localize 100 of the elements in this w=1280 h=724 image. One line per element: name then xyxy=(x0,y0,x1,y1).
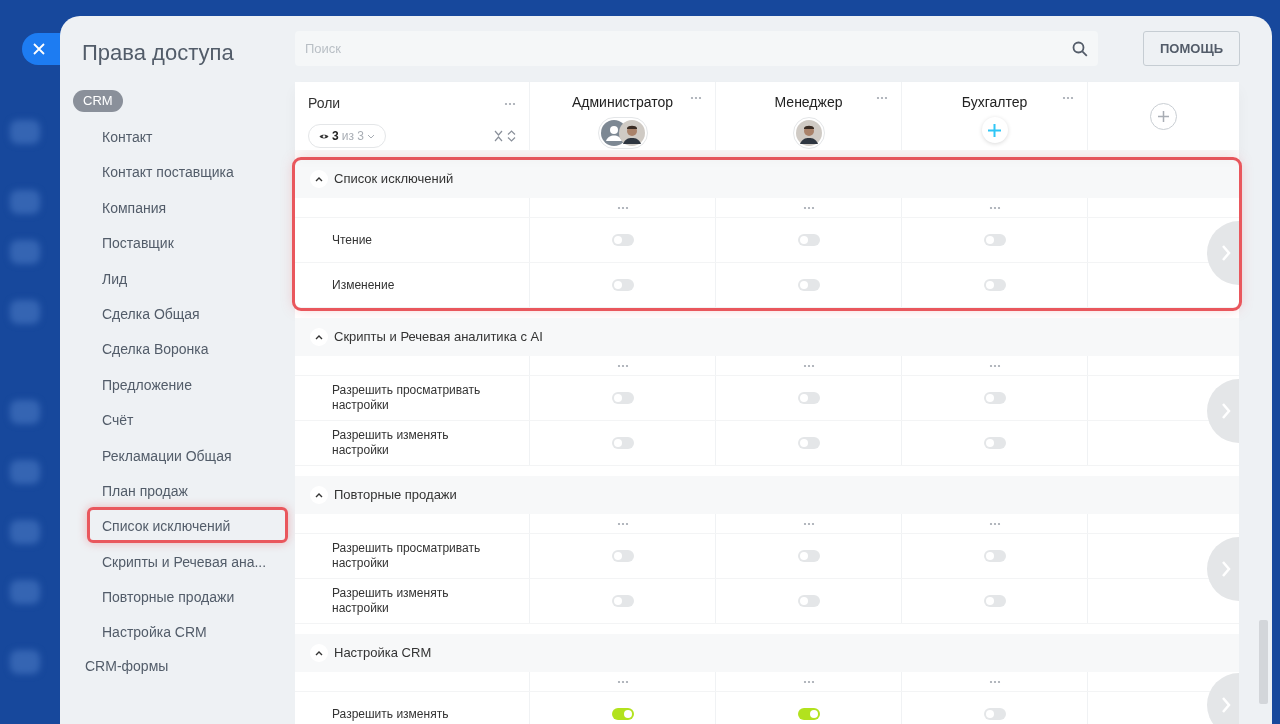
plus-icon xyxy=(1158,110,1169,122)
sidebar-item[interactable]: Сделка Воронка xyxy=(87,330,288,366)
toggle-switch[interactable] xyxy=(983,392,1006,404)
toggle-switch[interactable] xyxy=(611,392,634,404)
collapse-toggle[interactable] xyxy=(310,486,328,504)
sidebar-item[interactable]: Рекламации Общая xyxy=(87,436,288,472)
toggle-switch[interactable] xyxy=(797,708,820,720)
chevron-icon xyxy=(315,334,323,340)
avatar-icon xyxy=(795,120,822,146)
plus-icon xyxy=(988,123,1001,137)
toggle-switch[interactable] xyxy=(797,279,820,291)
sidebar-item[interactable]: CRM-формы xyxy=(73,648,295,684)
section-title: Список исключений xyxy=(334,170,454,189)
add-member-button[interactable] xyxy=(981,117,1008,143)
avatar-icon xyxy=(618,120,645,146)
roles-header: Роли xyxy=(308,94,341,113)
sidebar-item[interactable]: Счёт xyxy=(87,401,288,437)
sidebar-item[interactable]: Предложение xyxy=(87,365,288,402)
more-icon[interactable] xyxy=(616,363,629,368)
toggle-switch[interactable] xyxy=(797,437,820,449)
permission-label: Разрешить просматривать настройки xyxy=(332,541,482,571)
more-icon[interactable] xyxy=(802,363,815,368)
toggle-switch[interactable] xyxy=(797,550,820,562)
toggle-switch[interactable] xyxy=(611,437,634,449)
more-icon[interactable] xyxy=(988,521,1001,526)
toggle-switch[interactable] xyxy=(797,234,820,246)
permission-label: Чтение xyxy=(332,232,373,248)
sidebar-item[interactable]: Сделка Общая xyxy=(87,294,288,331)
sidebar-item[interactable]: Лид xyxy=(87,259,288,295)
collapse-expand-icon[interactable] xyxy=(494,130,516,142)
role-name: Менеджер xyxy=(774,93,843,112)
toggle-switch[interactable] xyxy=(611,550,634,562)
toggle-switch[interactable] xyxy=(983,234,1006,246)
more-icon[interactable] xyxy=(504,101,516,106)
chevron-icon xyxy=(315,176,323,182)
more-icon[interactable] xyxy=(988,205,1001,210)
toggle-switch[interactable] xyxy=(611,279,634,291)
sidebar-item[interactable]: Компания xyxy=(87,188,288,225)
sidebar-group-tag[interactable]: CRM xyxy=(73,90,123,112)
toggle-switch[interactable] xyxy=(611,708,634,720)
sidebar-item[interactable]: Контакт xyxy=(87,118,288,154)
help-button[interactable]: ПОМОЩЬ xyxy=(1143,31,1240,66)
toggle-switch[interactable] xyxy=(983,437,1006,449)
chevron-icon xyxy=(315,492,323,498)
search-icon xyxy=(1072,40,1088,57)
section-title: Настройка CRM xyxy=(334,644,432,663)
role-name: Бухгалтер xyxy=(961,93,1028,112)
caret-icon xyxy=(366,133,375,139)
sidebar-item[interactable]: Контакт поставщика xyxy=(87,153,288,189)
permission-label: Разрешить изменять xyxy=(332,706,449,722)
chevron-icon xyxy=(315,650,323,656)
toggle-switch[interactable] xyxy=(983,595,1006,607)
collapse-toggle[interactable] xyxy=(310,170,328,188)
sidebar-item[interactable]: Настройка CRM xyxy=(87,613,288,649)
more-icon[interactable] xyxy=(802,205,815,210)
section-title: Скрипты и Речевая аналитика с AI xyxy=(334,328,543,347)
chevron-right-icon xyxy=(1221,560,1231,578)
toggle-switch[interactable] xyxy=(983,279,1006,291)
toggle-switch[interactable] xyxy=(797,392,820,404)
sidebar-item[interactable]: План продаж xyxy=(87,471,288,508)
permission-label: Разрешить просматривать настройки xyxy=(332,383,482,413)
more-icon[interactable] xyxy=(1062,96,1074,100)
toggle-switch[interactable] xyxy=(797,595,820,607)
toggle-switch[interactable] xyxy=(983,708,1006,720)
chevron-right-icon xyxy=(1221,695,1231,714)
more-icon[interactable] xyxy=(876,96,888,100)
more-icon[interactable] xyxy=(616,679,629,684)
total-count: из 3 xyxy=(341,128,364,145)
role-name: Администратор xyxy=(572,93,673,112)
visible-count: 3 xyxy=(332,128,339,145)
more-icon[interactable] xyxy=(690,96,702,100)
chevron-right-icon xyxy=(1221,402,1231,420)
permission-label: Разрешить изменять настройки xyxy=(332,586,450,616)
more-icon[interactable] xyxy=(802,521,815,526)
more-icon[interactable] xyxy=(616,205,629,210)
search-input[interactable]: Поиск xyxy=(305,38,1072,59)
sidebar-item[interactable]: Скрипты и Речевая ана... xyxy=(87,542,288,579)
search-field[interactable]: Поиск xyxy=(295,31,1098,66)
toggle-switch[interactable] xyxy=(983,550,1006,562)
eye-icon xyxy=(319,132,329,140)
more-icon[interactable] xyxy=(988,363,1001,368)
toggle-switch[interactable] xyxy=(611,234,634,246)
chevron-right-icon xyxy=(1221,244,1231,262)
permission-label: Изменение xyxy=(332,277,395,293)
permission-label: Разрешить изменять настройки xyxy=(332,428,450,458)
scrollbar[interactable] xyxy=(1259,620,1268,704)
avatar-group[interactable] xyxy=(597,117,648,149)
window-title: Права доступа xyxy=(81,39,235,67)
section-title: Повторные продажи xyxy=(334,486,457,505)
close-icon xyxy=(33,43,45,55)
more-icon[interactable] xyxy=(616,521,629,526)
sidebar-item[interactable]: Список исключений xyxy=(87,507,288,543)
more-icon[interactable] xyxy=(988,679,1001,684)
collapse-toggle[interactable] xyxy=(310,644,328,662)
sidebar-item[interactable]: Поставщик xyxy=(87,224,288,260)
sidebar-item[interactable]: Повторные продажи xyxy=(87,578,288,614)
collapse-toggle[interactable] xyxy=(310,328,328,346)
toggle-switch[interactable] xyxy=(611,595,634,607)
avatar-group[interactable] xyxy=(792,117,825,149)
more-icon[interactable] xyxy=(802,679,815,684)
